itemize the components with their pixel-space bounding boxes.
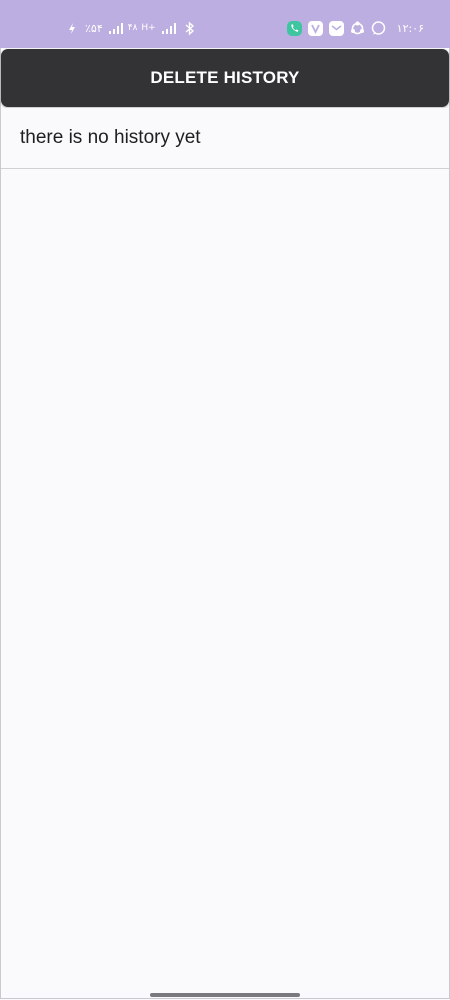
battery-percent: ٪۵۴ xyxy=(85,21,103,35)
status-left-group: ٪۵۴ ۴۸ H+ xyxy=(64,17,198,39)
status-right-group: ۱۲:۰۶ xyxy=(286,17,424,39)
email-app-icon xyxy=(328,20,345,37)
viber-icon xyxy=(307,20,324,37)
whatsapp-icon xyxy=(370,20,387,37)
home-indicator[interactable] xyxy=(150,993,300,997)
delete-history-button[interactable]: DELETE HISTORY xyxy=(1,49,449,107)
network-type: H+ xyxy=(141,22,156,33)
share-app-icon xyxy=(349,20,366,37)
sim-label: ۴۸ xyxy=(127,22,138,33)
status-time: ۱۲:۰۶ xyxy=(396,21,424,35)
history-empty-row: there is no history yet xyxy=(1,108,449,169)
signal-icon xyxy=(107,20,124,37)
bluetooth-icon xyxy=(181,20,198,37)
status-bar: ٪۵۴ ۴۸ H+ ۱۲:۰۶ xyxy=(0,0,450,48)
history-page xyxy=(0,48,450,999)
empty-history-message: there is no history yet xyxy=(20,127,201,148)
call-app-icon xyxy=(286,20,303,37)
signal-icon xyxy=(160,20,177,37)
battery-charging-icon xyxy=(64,20,81,37)
